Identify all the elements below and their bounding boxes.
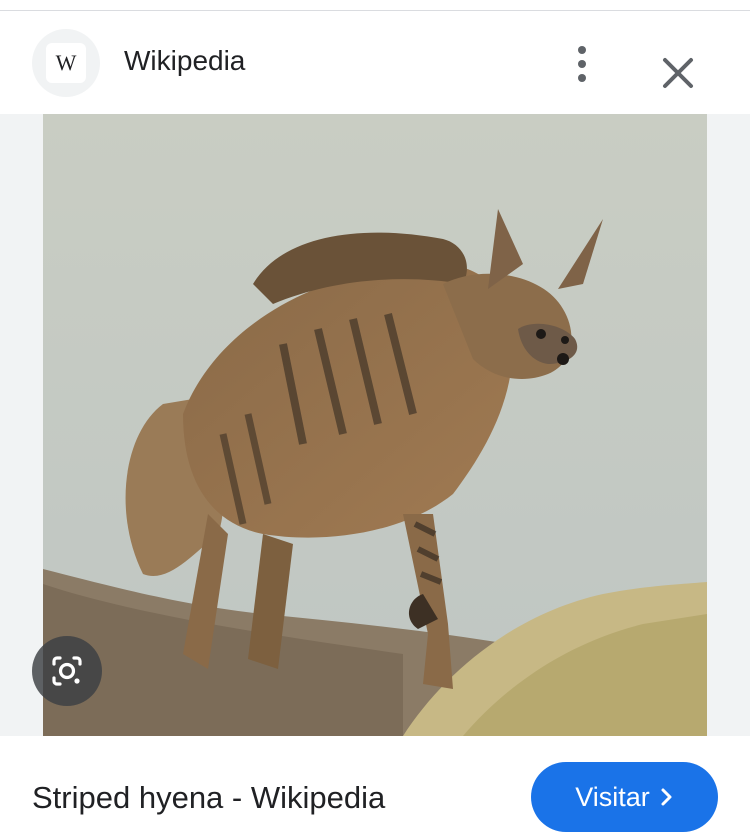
more-vert-dot [578,60,586,68]
wikipedia-logo-icon: W [46,43,86,83]
site-favicon: W [32,29,100,97]
hyena-photo[interactable] [43,114,707,736]
close-button[interactable] [656,51,700,95]
image-preview-area [0,114,750,736]
google-lens-button[interactable] [32,636,102,706]
more-vert-icon [578,46,586,54]
site-name[interactable]: Wikipedia [124,45,245,77]
more-options-button[interactable] [562,39,602,89]
preview-header: W Wikipedia [0,11,750,114]
visit-button-label: Visitar [575,781,650,812]
preview-footer: Striped hyena - Wikipedia Visitar [0,736,750,834]
google-lens-icon [52,656,82,686]
page-title[interactable]: Striped hyena - Wikipedia [32,780,385,816]
close-icon [663,58,693,88]
chevron-right-icon [661,788,672,806]
visit-button[interactable]: Visitar [531,762,718,832]
more-vert-dot [578,74,586,82]
